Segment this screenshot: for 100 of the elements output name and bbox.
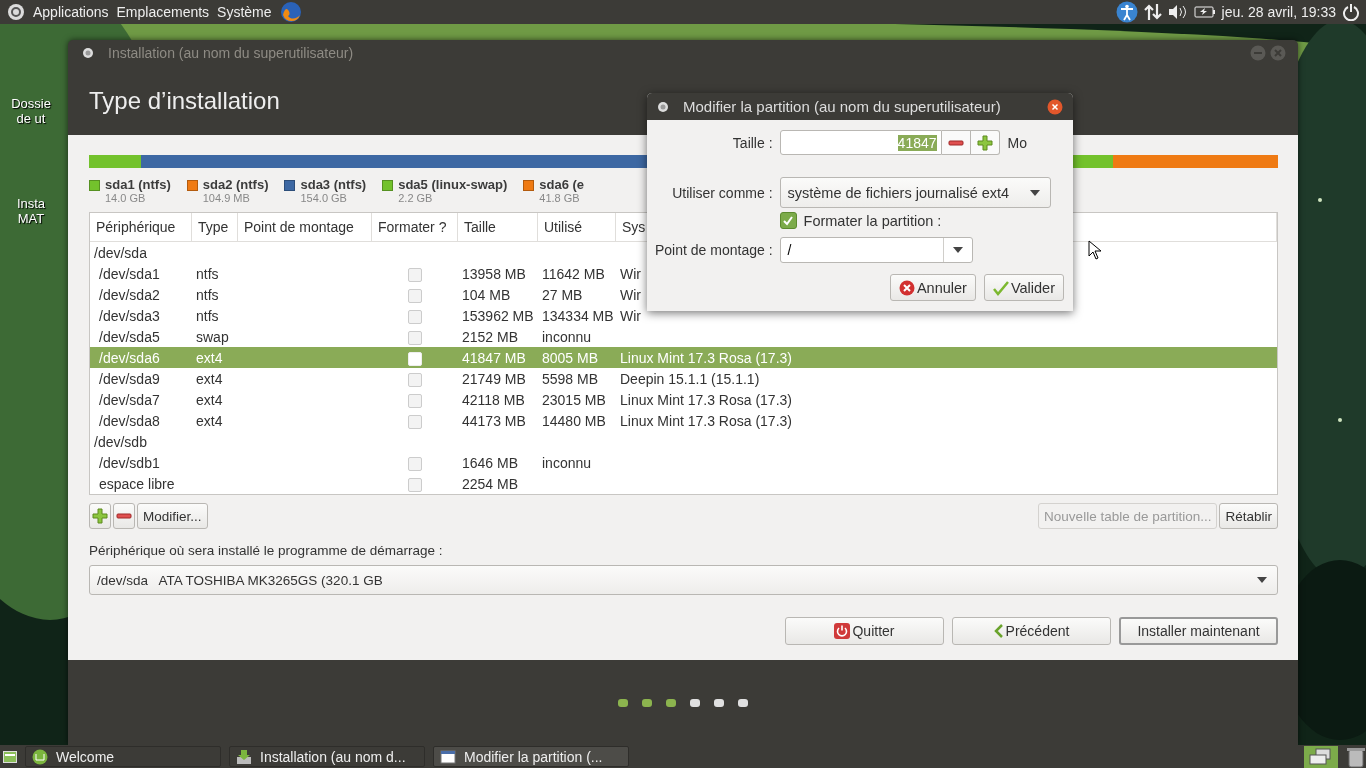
back-button[interactable]: Précédent (952, 617, 1111, 645)
table-row[interactable]: espace libre 2254 MB (90, 473, 624, 494)
accessibility-icon (1115, 1, 1138, 23)
close-icon (1047, 98, 1063, 115)
table-cell: /dev/sda3 (99, 307, 160, 324)
panel-menu[interactable]: Système (217, 4, 272, 20)
unit-label: Mo (1007, 134, 1027, 151)
column-header[interactable]: Point de montage (238, 213, 372, 241)
add-button[interactable] (89, 503, 111, 529)
table-cell: /dev/sda7 (99, 391, 160, 408)
selected-text: 41847 (897, 134, 937, 151)
cancel-icon (898, 279, 915, 296)
legend-label: sda2 (ntfs) (202, 177, 269, 192)
desktop-icon-label[interactable]: Insta (16, 196, 46, 211)
modify-button[interactable]: Modifier... (137, 503, 208, 529)
table-cell: 13958 MB (462, 265, 526, 282)
taskbar-item[interactable]: Welcome (25, 746, 221, 767)
browser-icon (279, 1, 302, 23)
panel-menu[interactable]: Applications (33, 4, 109, 20)
table-row[interactable]: /dev/sda1 ntfs 13958 MB 11642 MB Wir (90, 263, 645, 284)
network-icon (1143, 3, 1162, 21)
table-cell: ext4 (196, 370, 223, 387)
window-title: Modifier la partition (au nom du superutilisateur) (683, 98, 1002, 115)
table-cell: 2152 MB (462, 328, 519, 345)
quit-button[interactable]: Quitter (785, 617, 944, 645)
panel-menu[interactable]: Emplacements (116, 4, 210, 20)
field-label: Périphérique où sera installé le programme de démarrage : (89, 543, 444, 558)
field-label: Utiliser comme : (671, 184, 773, 201)
table-row[interactable]: /dev/sdb1 1646 MB inconnu (90, 452, 624, 473)
installer-icon (236, 748, 252, 765)
menu-logo-icon (7, 3, 25, 21)
checkmark-icon (782, 214, 795, 227)
ok-button[interactable]: Valider (983, 274, 1064, 301)
table-cell: ntfs (196, 286, 219, 303)
table-cell: inconnu (542, 328, 592, 345)
column-header[interactable]: Type (192, 213, 238, 241)
table-cell: ntfs (196, 265, 219, 282)
checkbox[interactable] (408, 477, 422, 492)
checkbox[interactable] (408, 393, 422, 408)
install-button[interactable]: Installer maintenant (1119, 617, 1278, 645)
checkbox[interactable] (408, 309, 422, 324)
table-cell: /dev/sda6 (99, 349, 160, 366)
checkbox[interactable] (408, 372, 422, 387)
desktop-icon-label[interactable]: MAT (17, 211, 45, 226)
cancel-button[interactable]: Annuler (889, 274, 976, 301)
column-header[interactable]: Formater ? (372, 213, 458, 241)
dropdown-value: /dev/sda ATA TOSHIBA MK3265GS (320.1 GB (97, 572, 383, 588)
caret-icon (1029, 189, 1040, 196)
mount-point-combo[interactable]: / (779, 237, 973, 263)
table-cell: 8005 MB (542, 349, 599, 366)
table-row[interactable]: /dev/sda7 ext4 42118 MB 23015 MB Linux Mint 17.3 Rosa (17.3) (90, 389, 796, 410)
table-row[interactable]: /dev/sda2 ntfs 104 MB 27 MB Wir (90, 284, 645, 305)
chevron-left-icon (993, 624, 1004, 638)
combo-value: / (786, 242, 792, 258)
window-menu-icon (657, 100, 669, 113)
column-header[interactable]: Périphérique (90, 213, 192, 241)
table-cell: Wir (620, 307, 641, 324)
desktop-icon-label[interactable]: de ut (16, 111, 46, 126)
checkbox[interactable] (408, 456, 422, 471)
table-cell: 21749 MB (462, 370, 526, 387)
filesystem-dropdown[interactable]: système de fichiers journalisé ext4 (779, 177, 1051, 208)
table-cell: /dev/sda5 (99, 328, 160, 345)
legend-size: 41.8 GB (539, 192, 581, 204)
checkbox[interactable] (779, 212, 797, 229)
table-cell: Deepin 15.1.1 (15.1.1) (620, 370, 760, 387)
clock[interactable]: jeu. 28 avril, 19:33 (1221, 4, 1336, 20)
close-icon (1270, 45, 1286, 61)
table-row[interactable]: /dev/sda3 ntfs 153962 MB 134334 MB Wir (90, 305, 645, 326)
decrease-button[interactable] (941, 130, 971, 155)
table-row[interactable]: /dev/sda8 ext4 44173 MB 14480 MB Linux Mint 17.3 Rosa (17.3) (90, 410, 796, 431)
legend-label: sda6 (e (539, 177, 585, 192)
table-row[interactable]: /dev/sda5 swap 2152 MB inconnu (90, 326, 624, 347)
desktop-icon-label[interactable]: Dossie (11, 96, 51, 111)
revert-button[interactable]: Rétablir (1219, 503, 1278, 529)
table-cell: 104 MB (462, 286, 511, 303)
boot-device-dropdown[interactable]: /dev/sda ATA TOSHIBA MK3265GS (320.1 GB (89, 565, 1278, 595)
plus-icon (976, 134, 993, 151)
column-header[interactable]: Taille (458, 213, 538, 241)
field-label: Taille : (731, 134, 773, 151)
table-row[interactable]: /dev/sda9 ext4 21749 MB 5598 MB Deepin 15.1.1 (15.1.1) (90, 368, 764, 389)
table-cell: /dev/sdb1 (99, 454, 160, 471)
table-cell: 153962 MB (462, 307, 534, 324)
table-cell: inconnu (542, 454, 592, 471)
caret-icon (1257, 577, 1267, 583)
taskbar-item[interactable]: Installation (au nom d... (229, 746, 425, 767)
remove-button[interactable] (113, 503, 135, 529)
checkbox[interactable] (408, 288, 422, 303)
table-cell: /dev/sda1 (99, 265, 160, 282)
increase-button[interactable] (970, 130, 1000, 155)
checkbox[interactable] (408, 414, 422, 429)
table-cell: 41847 MB (462, 349, 526, 366)
table-cell: ext4 (196, 391, 223, 408)
taskbar-item[interactable]: Modifier la partition (... (433, 746, 629, 767)
battery-icon (1193, 5, 1216, 19)
plus-icon (92, 508, 108, 524)
checkbox[interactable] (408, 267, 422, 282)
checkbox[interactable] (408, 330, 422, 345)
table-cell: Linux Mint 17.3 Rosa (17.3) (620, 391, 792, 408)
power-icon (834, 623, 851, 639)
column-header[interactable]: Utilisé (538, 213, 616, 241)
